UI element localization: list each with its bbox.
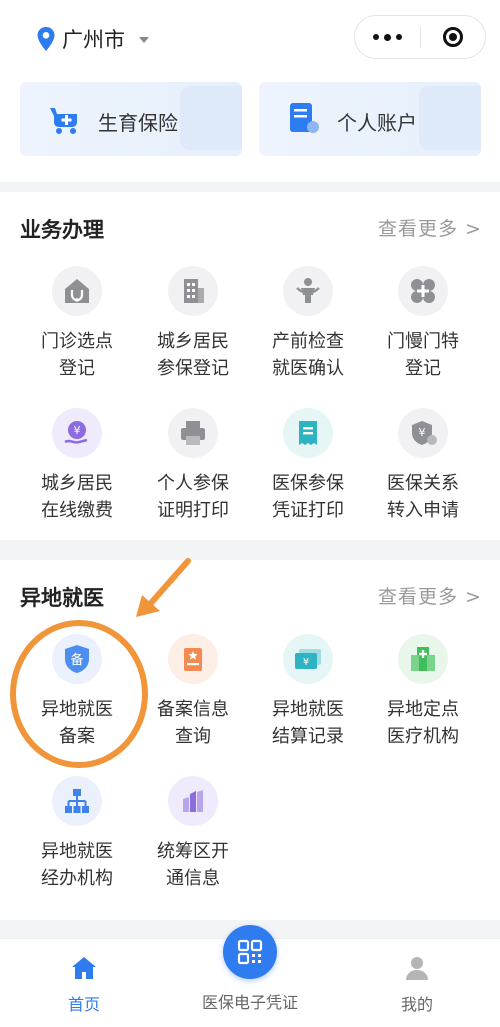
card-label: 生育保险 (98, 111, 178, 135)
service-item-transfer-apply[interactable]: ¥ 医保关系转入申请 (365, 408, 481, 524)
caret-down-icon (139, 37, 149, 43)
city-name: 广州市 (62, 28, 125, 52)
service-item-online-payment[interactable]: ¥ 城乡居民在线缴费 (19, 408, 135, 524)
item-label-line1: 城乡居民 (41, 473, 113, 494)
svg-text:¥: ¥ (74, 424, 81, 437)
service-item-remote-filing[interactable]: 备 异地就医 备案 (19, 634, 135, 750)
service-item-resident-enroll[interactable]: 城乡居民 参保登记 (135, 266, 251, 382)
qr-code-icon (237, 939, 263, 965)
item-label-line1: 异地就医 (41, 841, 113, 862)
item-label-line1: 异地定点 (387, 699, 459, 720)
service-item-handling-agencies[interactable]: 异地就医 经办机构 (19, 776, 135, 892)
item-label-line2: 结算记录 (272, 726, 344, 747)
building-icon (168, 266, 218, 316)
user-icon (406, 957, 428, 980)
item-label-line1: 门慢门特 (387, 331, 459, 352)
yuan-shield-transfer-icon: ¥ (398, 408, 448, 458)
medical-cross-icon (398, 266, 448, 316)
card-decoration (180, 86, 242, 150)
service-item-voucher-print[interactable]: 医保参保 凭证打印 (250, 408, 366, 524)
tab-label: 医保电子凭证 (201, 993, 298, 1012)
section-title: 异地就医 (20, 586, 104, 610)
item-label-line2: 查询 (175, 726, 211, 747)
svg-text:¥: ¥ (303, 657, 309, 668)
tab-mine[interactable]: 我的 (387, 955, 447, 1015)
bottom-tab-bar: 首页 医保电子凭证 我的 (0, 925, 500, 1027)
payment-card-icon: ¥ (283, 634, 333, 684)
tab-medical-voucher[interactable]: 医保电子凭证 (190, 989, 310, 1013)
card-decoration (419, 86, 481, 150)
hospital-icon (398, 634, 448, 684)
account-document-icon (290, 103, 319, 133)
top-bar: 广州市 (0, 0, 500, 78)
tab-home[interactable]: 首页 (54, 955, 114, 1015)
miniprogram-capsule (354, 15, 486, 59)
item-label-line2: 在线缴费 (41, 500, 113, 521)
service-item-filing-query[interactable]: 备案信息 查询 (135, 634, 251, 750)
service-item-pooling-area-info[interactable]: 统筹区开 通信息 (135, 776, 251, 892)
item-label-line2: 登记 (405, 358, 441, 379)
view-more-link[interactable]: 查看更多 > (378, 582, 482, 609)
svg-text:¥: ¥ (419, 426, 426, 439)
view-more-link[interactable]: 查看更多 > (378, 214, 482, 241)
target-icon (442, 27, 463, 47)
item-label-line1: 产前检查 (272, 331, 344, 352)
item-label-line1: 个人参保 (157, 473, 229, 494)
pregnant-person-icon (283, 266, 333, 316)
item-label-line2: 经办机构 (41, 868, 113, 889)
card-label: 个人账户 (337, 111, 417, 135)
personal-account-card[interactable]: 个人账户 (259, 82, 481, 156)
item-label-line2: 证明打印 (157, 500, 229, 521)
item-label-line2: 备案 (59, 726, 95, 747)
location-selector[interactable]: 广州市 (36, 24, 149, 54)
tab-label: 我的 (400, 995, 433, 1014)
clinic-house-icon (52, 266, 102, 316)
item-label-line1: 门诊选点 (41, 331, 113, 352)
business-section: 业务办理 查看更多 > 门诊选点 登记 城乡居民 参保登记 产前检查 就医确认 门慢门… (0, 192, 500, 540)
item-label-line1: 城乡居民 (157, 331, 229, 352)
home-icon (72, 957, 96, 979)
quick-cards-section: 生育保险 个人账户 (0, 78, 500, 182)
shield-bei-icon: 备 (52, 634, 102, 684)
printer-icon (168, 408, 218, 458)
bar-chart-icon (168, 776, 218, 826)
info-card-icon (168, 634, 218, 684)
item-label-line1: 异地就医 (41, 699, 113, 720)
svg-text:备: 备 (70, 652, 83, 668)
qr-code-button[interactable] (223, 925, 277, 979)
baby-stroller-plus-icon (50, 108, 77, 134)
item-label-line2: 医疗机构 (387, 726, 459, 747)
yuan-hand-icon: ¥ (52, 408, 102, 458)
service-item-clinic-registration[interactable]: 门诊选点 登记 (19, 266, 135, 382)
service-item-prenatal-check[interactable]: 产前检查 就医确认 (250, 266, 366, 382)
item-label-line1: 统筹区开 (157, 841, 229, 862)
item-label-line1: 备案信息 (157, 699, 229, 720)
service-item-settlement-records[interactable]: ¥ 异地就医结算记录 (250, 634, 366, 750)
item-label-line2: 通信息 (166, 868, 220, 889)
section-title: 业务办理 (20, 218, 104, 242)
item-label-line2: 转入申请 (387, 500, 459, 521)
item-label-line2: 就医确认 (272, 358, 344, 379)
maternity-insurance-card[interactable]: 生育保险 (20, 82, 242, 156)
service-item-designated-hospitals[interactable]: 异地定点 医疗机构 (365, 634, 481, 750)
item-label-line2: 登记 (59, 358, 95, 379)
close-miniprogram-button[interactable] (421, 27, 486, 47)
item-label-line2: 参保登记 (157, 358, 229, 379)
service-item-certificate-print[interactable]: 个人参保 证明打印 (135, 408, 251, 524)
location-pin-icon (37, 27, 55, 51)
service-item-chronic-disease[interactable]: 门慢门特 登记 (365, 266, 481, 382)
item-label-line1: 医保关系 (387, 473, 459, 494)
item-label-line1: 异地就医 (272, 699, 344, 720)
receipt-icon (283, 408, 333, 458)
org-chart-icon (52, 776, 102, 826)
more-menu-button[interactable] (355, 33, 420, 41)
tab-label: 首页 (67, 995, 100, 1014)
item-label-line2: 凭证打印 (272, 500, 344, 521)
item-label-line1: 医保参保 (272, 473, 344, 494)
remote-medical-section: 异地就医 查看更多 > 备 异地就医 备案 备案信息 查询 ¥ 异地就医 结算记录 异… (0, 560, 500, 920)
